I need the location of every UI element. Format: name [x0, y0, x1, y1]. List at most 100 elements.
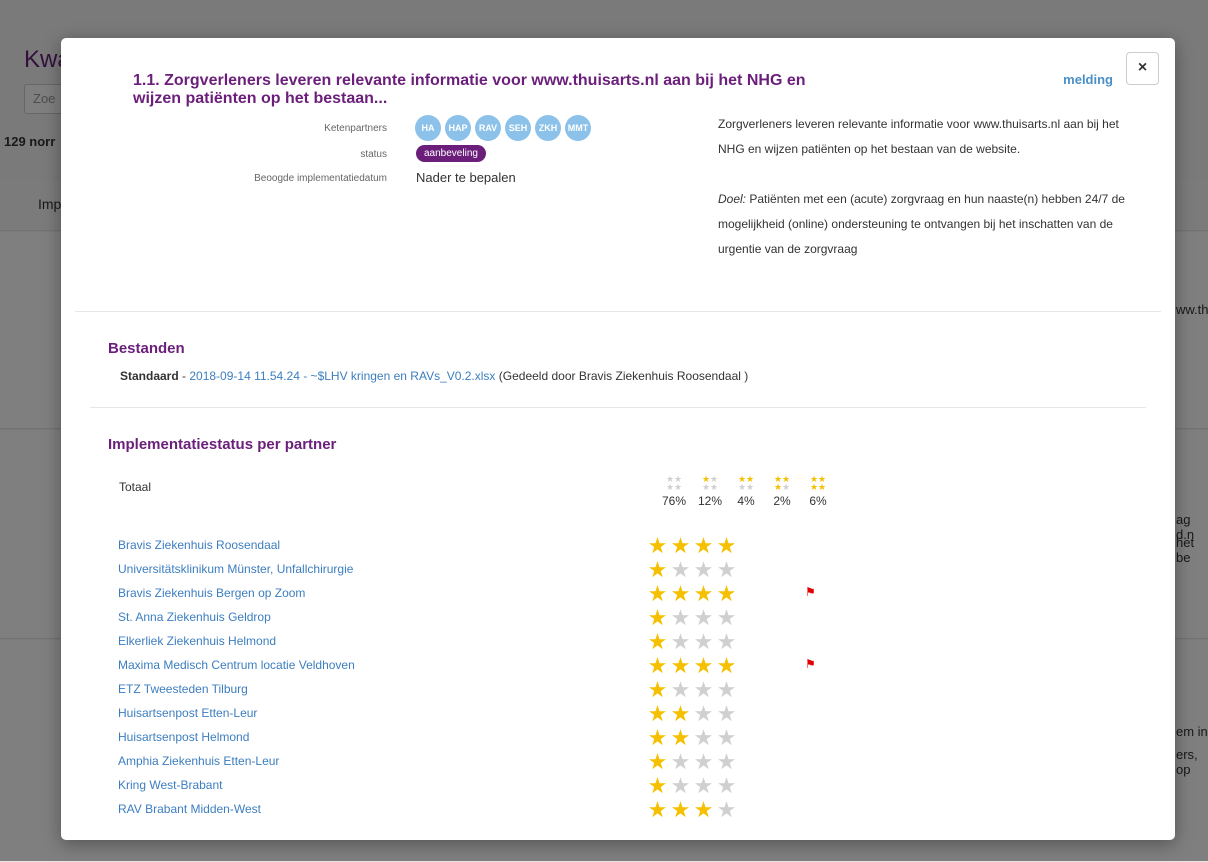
- star-filled-icon: ★: [670, 797, 691, 822]
- total-label: Totaal: [119, 480, 152, 494]
- partner-link[interactable]: Elkerliek Ziekenhuis Helmond: [118, 634, 276, 648]
- partner-row: Kring West-Brabant ★ ★ ★ ★: [118, 775, 838, 799]
- summary-column: ★ ★ ★ ★ 6%: [803, 475, 833, 509]
- star-empty-icon: ★: [716, 725, 737, 750]
- partner-link[interactable]: Bravis Ziekenhuis Bergen op Zoom: [118, 586, 305, 600]
- star-empty-icon: ★: [716, 749, 737, 774]
- chip-zkh[interactable]: ZKH: [535, 115, 561, 141]
- partner-row: Elkerliek Ziekenhuis Helmond ★ ★ ★ ★: [118, 631, 838, 655]
- chip-seh[interactable]: SEH: [505, 115, 531, 141]
- partner-link[interactable]: RAV Brabant Midden-West: [118, 802, 261, 816]
- star-empty-icon: ★: [716, 605, 737, 630]
- partner-link[interactable]: Universitätsklinikum Münster, Unfallchir…: [118, 562, 353, 576]
- partner-link[interactable]: Amphia Ziekenhuis Etten-Leur: [118, 754, 279, 768]
- mini-star-icon: ★: [702, 482, 711, 492]
- mini-star-grid: ★ ★ ★ ★: [731, 475, 761, 492]
- star-rating: ★ ★ ★ ★: [646, 727, 738, 749]
- recommendation-modal: × melding 1.1. Zorgverleners leveren rel…: [61, 38, 1175, 840]
- chip-ha[interactable]: HA: [415, 115, 441, 141]
- melding-link[interactable]: melding: [1063, 72, 1113, 87]
- star-rating: ★ ★ ★ ★: [646, 679, 738, 701]
- star-rating: ★ ★ ★ ★: [646, 583, 738, 605]
- mini-star-icon: ★: [810, 482, 819, 492]
- star-empty-icon: ★: [670, 629, 691, 654]
- summary-percentage: 6%: [809, 494, 827, 508]
- star-filled-icon: ★: [647, 677, 668, 702]
- star-empty-icon: ★: [716, 797, 737, 822]
- chip-rav[interactable]: RAV: [475, 115, 501, 141]
- star-empty-icon: ★: [670, 605, 691, 630]
- goal-body: Patiënten met een (acute) zorgvraag en h…: [718, 192, 1125, 256]
- star-filled-icon: ★: [693, 797, 714, 822]
- partner-row: ETZ Tweesteden Tilburg ★ ★ ★ ★: [118, 679, 838, 703]
- star-filled-icon: ★: [693, 653, 714, 678]
- summary-percentage: 76%: [661, 494, 687, 508]
- star-rating: ★ ★ ★ ★: [646, 607, 738, 629]
- star-filled-icon: ★: [693, 533, 714, 558]
- star-empty-icon: ★: [693, 677, 714, 702]
- mini-star-icon: ★: [710, 482, 719, 492]
- star-empty-icon: ★: [693, 605, 714, 630]
- star-rating: ★ ★ ★ ★: [646, 535, 738, 557]
- mini-star-icon: ★: [666, 482, 675, 492]
- partner-list: Bravis Ziekenhuis Roosendaal ★ ★ ★ ★ Universi…: [118, 535, 838, 823]
- summary-column: ★ ★ ★ ★ 2%: [767, 475, 797, 509]
- description-text: Zorgverleners leveren relevante informat…: [718, 117, 1119, 156]
- file-type-label: Standaard: [120, 369, 179, 383]
- partner-row: Maxima Medisch Centrum locatie Veldhoven…: [118, 655, 838, 679]
- star-empty-icon: ★: [670, 773, 691, 798]
- mini-star-icon: ★: [674, 482, 683, 492]
- star-empty-icon: ★: [693, 725, 714, 750]
- goal-text: Doel: Patiënten met een (acute) zorgvraa…: [718, 187, 1138, 262]
- chip-hap[interactable]: HAP: [445, 115, 471, 141]
- mini-star-icon: ★: [818, 482, 827, 492]
- summary-column: ★ ★ ★ ★ 76%: [659, 475, 689, 509]
- star-filled-icon: ★: [647, 533, 668, 558]
- partner-link[interactable]: ETZ Tweesteden Tilburg: [118, 682, 248, 696]
- star-rating: ★ ★ ★ ★: [646, 751, 738, 773]
- partner-link[interactable]: St. Anna Ziekenhuis Geldrop: [118, 610, 271, 624]
- partner-link[interactable]: Huisartsenpost Etten-Leur: [118, 706, 257, 720]
- star-empty-icon: ★: [693, 701, 714, 726]
- mini-star-grid: ★ ★ ★ ★: [695, 475, 725, 492]
- mini-star-icon: ★: [782, 482, 791, 492]
- star-rating: ★ ★ ★ ★: [646, 559, 738, 581]
- flag-icon: ⚑: [805, 585, 816, 599]
- star-filled-icon: ★: [670, 581, 691, 606]
- star-filled-icon: ★: [693, 581, 714, 606]
- chip-mmt[interactable]: MMT: [565, 115, 591, 141]
- star-filled-icon: ★: [647, 581, 668, 606]
- file-row: Standaard - 2018-09-14 11.54.24 - ~$LHV …: [120, 369, 748, 383]
- star-filled-icon: ★: [647, 797, 668, 822]
- partner-link[interactable]: Huisartsenpost Helmond: [118, 730, 249, 744]
- status-badge: aanbeveling: [416, 145, 486, 162]
- star-empty-icon: ★: [716, 701, 737, 726]
- star-filled-icon: ★: [647, 701, 668, 726]
- partner-link[interactable]: Maxima Medisch Centrum locatie Veldhoven: [118, 658, 355, 672]
- partner-link[interactable]: Kring West-Brabant: [118, 778, 223, 792]
- mini-star-icon: ★: [746, 482, 755, 492]
- star-rating: ★ ★ ★ ★: [646, 703, 738, 725]
- partner-link[interactable]: Bravis Ziekenhuis Roosendaal: [118, 538, 280, 552]
- partner-row: Huisartsenpost Helmond ★ ★ ★ ★: [118, 727, 838, 751]
- star-filled-icon: ★: [647, 725, 668, 750]
- star-empty-icon: ★: [716, 677, 737, 702]
- total-summary: ★ ★ ★ ★ 76% ★ ★ ★ ★ 12% ★ ★ ★ ★ 4% ★ ★ ★ ★ 2% ★ ★ ★ ★ 6%: [659, 475, 833, 509]
- star-filled-icon: ★: [670, 701, 691, 726]
- summary-percentage: 12%: [697, 494, 723, 508]
- star-filled-icon: ★: [647, 749, 668, 774]
- partner-row: Amphia Ziekenhuis Etten-Leur ★ ★ ★ ★: [118, 751, 838, 775]
- close-button[interactable]: ×: [1126, 52, 1159, 85]
- file-link[interactable]: 2018-09-14 11.54.24 - ~$LHV kringen en R…: [189, 369, 495, 383]
- modal-title: 1.1. Zorgverleners leveren relevante inf…: [133, 72, 806, 107]
- star-empty-icon: ★: [670, 677, 691, 702]
- summary-column: ★ ★ ★ ★ 12%: [695, 475, 725, 509]
- star-empty-icon: ★: [670, 749, 691, 774]
- partner-row: Universitätsklinikum Münster, Unfallchir…: [118, 559, 838, 583]
- star-empty-icon: ★: [716, 557, 737, 582]
- divider: [75, 311, 1161, 312]
- mini-star-grid: ★ ★ ★ ★: [767, 475, 797, 492]
- star-empty-icon: ★: [693, 557, 714, 582]
- file-shared-by: (Gedeeld door Bravis Ziekenhuis Roosenda…: [495, 369, 749, 383]
- implementation-date-value: Nader te bepalen: [416, 170, 516, 185]
